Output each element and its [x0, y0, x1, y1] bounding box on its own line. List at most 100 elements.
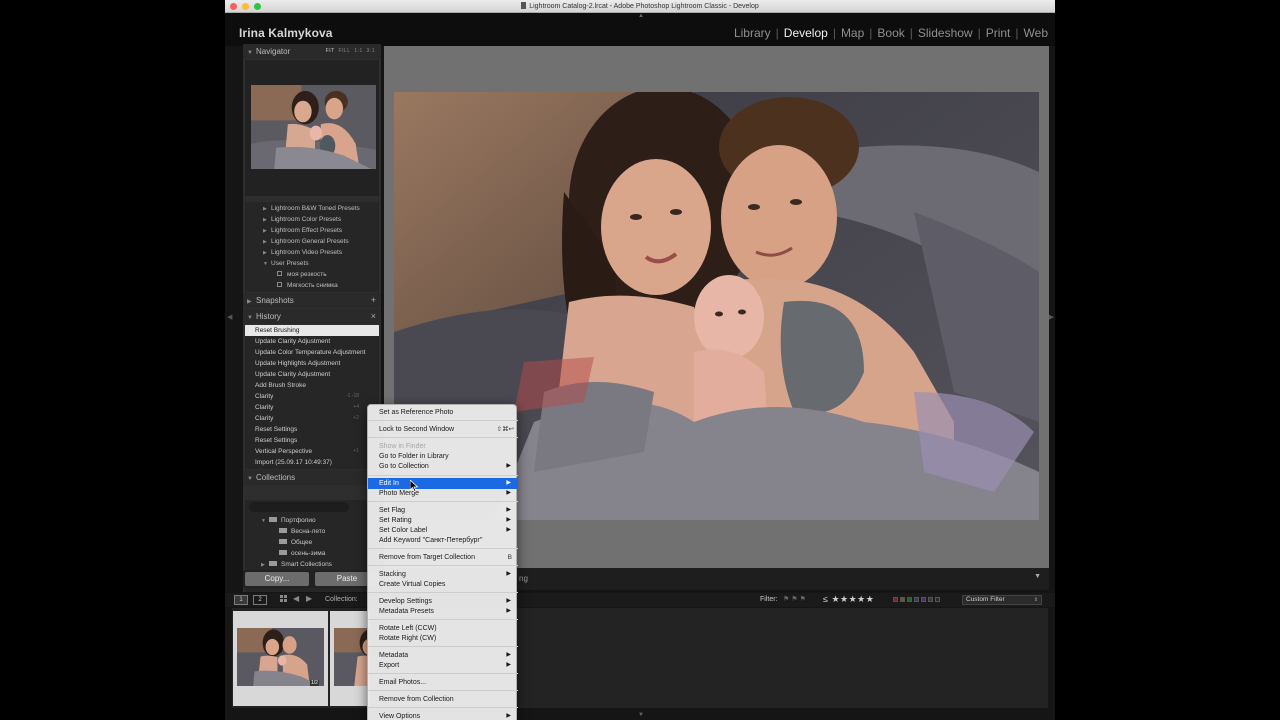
- module-develop[interactable]: Develop: [779, 26, 833, 40]
- menu-item-label: Develop Settings: [379, 598, 432, 605]
- menu-item-metadata-presets[interactable]: Metadata Presets ▶: [368, 606, 518, 617]
- preset-folder[interactable]: ▶ Lightroom Video Presets: [263, 249, 342, 256]
- history-item[interactable]: Update Clarity Adjustment: [245, 336, 379, 347]
- preset-label: моя резкость: [287, 271, 327, 278]
- module-slideshow[interactable]: Slideshow: [913, 26, 978, 40]
- module-map[interactable]: Map: [836, 26, 869, 40]
- zoom-1-1[interactable]: 1:1: [354, 48, 362, 54]
- menu-item-view-options[interactable]: View Options ▶: [368, 711, 518, 720]
- flag-filter-icons[interactable]: ⚑ ⚑ ⚑: [783, 595, 806, 603]
- copy-button[interactable]: Copy...: [245, 572, 309, 586]
- left-panel-toggle-icon[interactable]: ◀: [227, 313, 232, 321]
- menu-item-shortcut: ⇧⌘↩: [496, 426, 514, 433]
- add-snapshot-icon[interactable]: +: [371, 293, 376, 308]
- menu-item-export[interactable]: Export ▶: [368, 660, 518, 671]
- rating-stars[interactable]: ★★★★★: [831, 594, 874, 604]
- menu-item-add-keyword[interactable]: Add Keyword "Санкт-Петербург": [368, 535, 518, 546]
- history-item[interactable]: Update Color Temperature Adjustment: [245, 347, 379, 358]
- preset-folder[interactable]: ▶ Lightroom Effect Presets: [263, 227, 342, 234]
- color-filter-other[interactable]: [928, 597, 933, 602]
- module-book[interactable]: Book: [872, 26, 909, 40]
- preset-folder[interactable]: ▼ User Presets: [263, 260, 309, 267]
- color-filter-none[interactable]: [935, 597, 940, 602]
- history-item[interactable]: Update Highlights Adjustment: [245, 358, 379, 369]
- history-item[interactable]: Clarity -1 -18: [245, 391, 379, 402]
- menu-item-email-photos[interactable]: Email Photos...: [368, 677, 518, 688]
- history-item[interactable]: Clarity +2: [245, 413, 379, 424]
- rating-filter[interactable]: ≤ ★★★★★: [823, 594, 874, 605]
- menu-item-label: Rotate Left (CCW): [379, 625, 437, 632]
- history-item[interactable]: Reset Settings: [245, 424, 379, 435]
- clear-history-icon[interactable]: ×: [371, 309, 376, 324]
- menu-item-remove-from-target[interactable]: Remove from Target Collection B: [368, 552, 518, 563]
- zoom-fill[interactable]: FILL: [339, 48, 351, 54]
- navigator-header[interactable]: ▼ Navigator FIT FILL 1:1 3:1: [243, 44, 381, 59]
- rating-operator[interactable]: ≤: [823, 594, 828, 604]
- primary-window-button[interactable]: 1: [234, 595, 248, 605]
- module-web[interactable]: Web: [1019, 26, 1053, 40]
- zoom-3-1[interactable]: 3:1: [367, 48, 375, 54]
- color-filter-purple[interactable]: [921, 597, 926, 602]
- context-menu: Set as Reference Photo Lock to Second Wi…: [367, 404, 518, 720]
- collection-item[interactable]: Весна-лето: [279, 528, 325, 535]
- menu-item-photo-merge[interactable]: Photo Merge ▶: [368, 488, 518, 499]
- navigator-thumbnail[interactable]: [251, 85, 376, 169]
- filmstrip-thumbnail-cell[interactable]: [330, 611, 370, 706]
- color-filter-blue[interactable]: [914, 597, 919, 602]
- history-item[interactable]: Add Brush Stroke: [245, 380, 379, 391]
- history-item-value: -1 -18: [345, 393, 359, 399]
- filmstrip-thumbnail[interactable]: [334, 628, 370, 686]
- color-filter-yellow[interactable]: [900, 597, 905, 602]
- history-item[interactable]: Vertical Perspective +1: [245, 446, 379, 457]
- menu-item-rotate-right[interactable]: Rotate Right (CW): [368, 633, 518, 644]
- history-item[interactable]: Update Clarity Adjustment: [245, 369, 379, 380]
- custom-filter-select[interactable]: Custom Filter ⇕: [962, 595, 1042, 605]
- next-arrow-icon[interactable]: ▶: [306, 594, 312, 603]
- top-panel-toggle-icon[interactable]: ▲: [638, 13, 644, 19]
- module-library[interactable]: Library: [729, 26, 776, 40]
- zoom-fit[interactable]: FIT: [326, 48, 335, 54]
- history-header[interactable]: ▼ History ×: [243, 309, 381, 324]
- toolbar-menu-icon[interactable]: ▼: [1034, 573, 1041, 580]
- collections-search-input[interactable]: [249, 502, 349, 512]
- menu-separator: [368, 475, 518, 476]
- menu-item-set-reference-photo[interactable]: Set as Reference Photo: [368, 407, 518, 418]
- history-item[interactable]: Reset Brushing: [245, 325, 379, 336]
- collection-set[interactable]: ▶ Smart Collections: [261, 561, 332, 568]
- collection-label: Весна-лето: [291, 528, 326, 535]
- filmstrip-thumbnail[interactable]: [237, 628, 324, 686]
- secondary-window-button[interactable]: 2: [253, 595, 267, 605]
- expand-triangle-icon: ▶: [263, 228, 267, 234]
- navigator-preview[interactable]: [245, 60, 379, 196]
- filmstrip-thumbnail-cell[interactable]: 1/2: [233, 611, 328, 706]
- menu-item-create-virtual-copies[interactable]: Create Virtual Copies: [368, 579, 518, 590]
- snapshots-header[interactable]: ▶ Snapshots +: [243, 293, 381, 308]
- menu-item-remove-from-collection[interactable]: Remove from Collection: [368, 694, 518, 705]
- filmstrip-toggle-icon[interactable]: ▼: [638, 712, 644, 718]
- preset-item[interactable]: Мягкость снимка: [277, 282, 338, 289]
- preset-folder[interactable]: ▶ Lightroom General Presets: [263, 238, 349, 245]
- right-panel-toggle-icon[interactable]: ▶: [1049, 313, 1054, 321]
- collection-item[interactable]: Общее: [279, 539, 312, 546]
- color-filter-green[interactable]: [907, 597, 912, 602]
- history-item-label: Vertical Perspective: [255, 448, 313, 455]
- identity-plate: Irina Kalmykova: [239, 26, 333, 40]
- module-print[interactable]: Print: [981, 26, 1016, 40]
- collection-set[interactable]: ▼ Портфолио: [261, 517, 316, 524]
- previous-arrow-icon[interactable]: ◀: [293, 594, 299, 603]
- history-item[interactable]: Import (25.09.17 10:49:37): [245, 457, 379, 468]
- history-item-label: Clarity: [255, 393, 274, 400]
- menu-item-lock-to-second-window[interactable]: Lock to Second Window ⇧⌘↩: [368, 424, 518, 435]
- filmstrip-source[interactable]: Collection:: [325, 596, 358, 603]
- preset-folder[interactable]: ▶ Lightroom Color Presets: [263, 216, 341, 223]
- color-filter-red[interactable]: [893, 597, 898, 602]
- history-item[interactable]: Clarity +4: [245, 402, 379, 413]
- preset-item[interactable]: моя резкость: [277, 271, 327, 278]
- history-item[interactable]: Reset Settings: [245, 435, 379, 446]
- grid-view-icon[interactable]: [280, 595, 288, 603]
- collection-item[interactable]: осень-зима: [279, 550, 325, 557]
- collections-header[interactable]: ▼Collections +: [243, 470, 381, 485]
- menu-item-shortcut: B: [507, 554, 512, 561]
- preset-folder[interactable]: ▶ Lightroom B&W Toned Presets: [263, 205, 360, 212]
- menu-item-go-to-collection[interactable]: Go to Collection ▶: [368, 461, 518, 472]
